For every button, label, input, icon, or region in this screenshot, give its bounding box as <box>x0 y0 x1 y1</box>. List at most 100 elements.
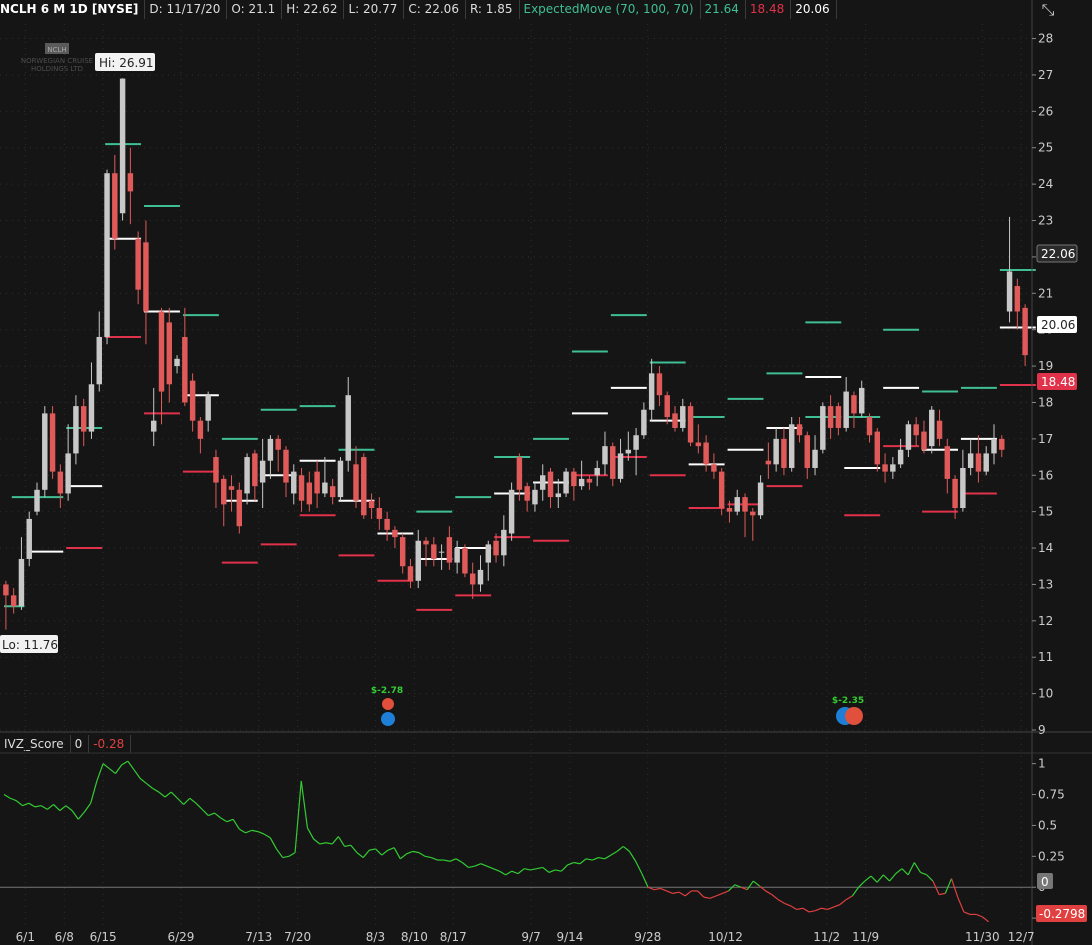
candle-body <box>586 478 593 483</box>
ivz-score-line-segment <box>96 763 104 782</box>
ivz-score-line-segment <box>176 797 185 805</box>
ivz-score-line-segment <box>604 854 612 860</box>
candle-body <box>547 471 554 498</box>
ivz-score-line-segment <box>325 842 333 845</box>
ivz-score-line-segment <box>152 787 160 793</box>
earnings-event-2[interactable]: $-2.35 <box>832 696 864 725</box>
ivz-score-line-segment <box>77 811 85 820</box>
candle-body <box>423 540 429 545</box>
candle-body <box>236 489 243 527</box>
candle-body <box>399 537 406 567</box>
ivz-score-line-segment <box>876 874 884 883</box>
lo-callout: Lo: 11.76 <box>0 635 58 653</box>
candle-body <box>788 424 795 468</box>
candle-body <box>734 497 740 512</box>
ivz-score-line-segment <box>369 848 376 851</box>
chart-canvas[interactable]: 2827262524232221201918171615141312111096… <box>0 0 1092 945</box>
ivz-score-line-segment <box>598 856 605 860</box>
candle-body <box>3 584 9 596</box>
ivz-score-line-segment <box>833 903 841 908</box>
candle-body <box>820 406 826 450</box>
ivz-score-line-segment <box>300 780 309 828</box>
candle-body <box>695 442 702 447</box>
candle-body <box>765 460 772 465</box>
candle-body <box>275 438 281 450</box>
candle-body <box>34 489 40 512</box>
ivz-score-line-segment <box>815 907 822 912</box>
candle-body <box>555 493 562 498</box>
osc-badge-last: -0.2798 <box>1039 907 1085 921</box>
ivz-score-line-segment <box>715 892 723 897</box>
candle-body <box>361 457 367 516</box>
price-tick-label: 24 <box>1038 177 1053 191</box>
ivz-score-line-segment <box>424 855 432 859</box>
ivz-score-line-segment <box>895 868 903 875</box>
date-tick-label: 6/29 <box>167 930 194 944</box>
ivz-score-line-segment <box>313 838 321 845</box>
date-tick-label: 11/9 <box>852 930 879 944</box>
ivz-score-line-segment <box>771 894 779 901</box>
ivz-score-line-segment <box>232 818 240 830</box>
ivz-score-line-segment <box>628 851 637 862</box>
price-badge-1: 22.06 <box>1041 247 1075 261</box>
candle-body <box>65 453 71 494</box>
ivz-score-line-segment <box>821 907 828 911</box>
candle-body <box>656 373 663 396</box>
candle-body <box>648 373 655 410</box>
osc-tick-label: 0.5 <box>1038 818 1057 832</box>
ivz-score-line-segment <box>963 911 971 915</box>
ivz-score-line-segment <box>214 812 222 819</box>
ivz-score-line-segment <box>480 863 488 867</box>
ivz-score-line-segment <box>697 890 705 898</box>
candle-body <box>967 453 974 468</box>
candle-body <box>322 482 328 494</box>
candle-body <box>532 489 538 505</box>
ivz-score-line-segment <box>870 875 878 883</box>
ivz-score-line-segment <box>796 907 803 911</box>
price-tick-label: 14 <box>1038 541 1053 555</box>
candle-body <box>314 471 320 494</box>
candle-body <box>18 558 25 607</box>
ivz-score-line-segment <box>362 849 370 858</box>
lo-label: Lo: 11.76 <box>2 638 58 652</box>
date-tick-label: 8/17 <box>440 930 467 944</box>
candle-body <box>80 406 87 432</box>
event-2-label: $-2.35 <box>832 696 864 706</box>
date-tick-label: 9/14 <box>556 930 583 944</box>
ivz-score-line-segment <box>610 850 618 856</box>
osc-tick-label: 0.25 <box>1038 849 1065 863</box>
candle-body <box>571 471 577 487</box>
candle-body <box>835 406 842 428</box>
ivz-score-line-segment <box>133 769 141 779</box>
ivz-score-line-segment <box>183 797 191 805</box>
candle-body <box>882 464 888 472</box>
ivz-score-line-segment <box>59 805 67 812</box>
ivz-score-line-segment <box>889 873 897 882</box>
ivz-score-line-segment <box>622 845 630 852</box>
osc-badge-zero: 0 <box>1041 875 1049 889</box>
ivz-score-line-segment <box>344 844 351 848</box>
candle-body <box>127 173 134 192</box>
price-tick-label: 15 <box>1038 505 1053 519</box>
ivz-score-line-segment <box>920 871 927 876</box>
ivz-score-line-segment <box>40 805 48 810</box>
candle-body <box>88 384 95 432</box>
ivz-score-line-segment <box>765 890 773 896</box>
ivz-score-line-segment <box>208 812 215 817</box>
candle-body <box>1006 271 1013 312</box>
candle-body <box>26 518 32 559</box>
candle-body <box>680 406 686 428</box>
candle-body <box>851 395 857 414</box>
candle-body <box>376 508 383 519</box>
ivz-score-line-segment <box>387 847 395 851</box>
candle-body <box>493 540 499 556</box>
candle-body <box>859 387 865 414</box>
hi-label: Hi: 26.91 <box>99 56 154 70</box>
candle-body <box>267 438 274 461</box>
watermark-line-1: NORWEGIAN CRUISE <box>21 57 93 65</box>
candle-body <box>454 548 460 563</box>
candle-body <box>905 424 912 450</box>
ivz-score-line-segment <box>907 862 915 876</box>
candle-body <box>259 460 266 483</box>
ivz-score-line-segment <box>493 868 500 872</box>
